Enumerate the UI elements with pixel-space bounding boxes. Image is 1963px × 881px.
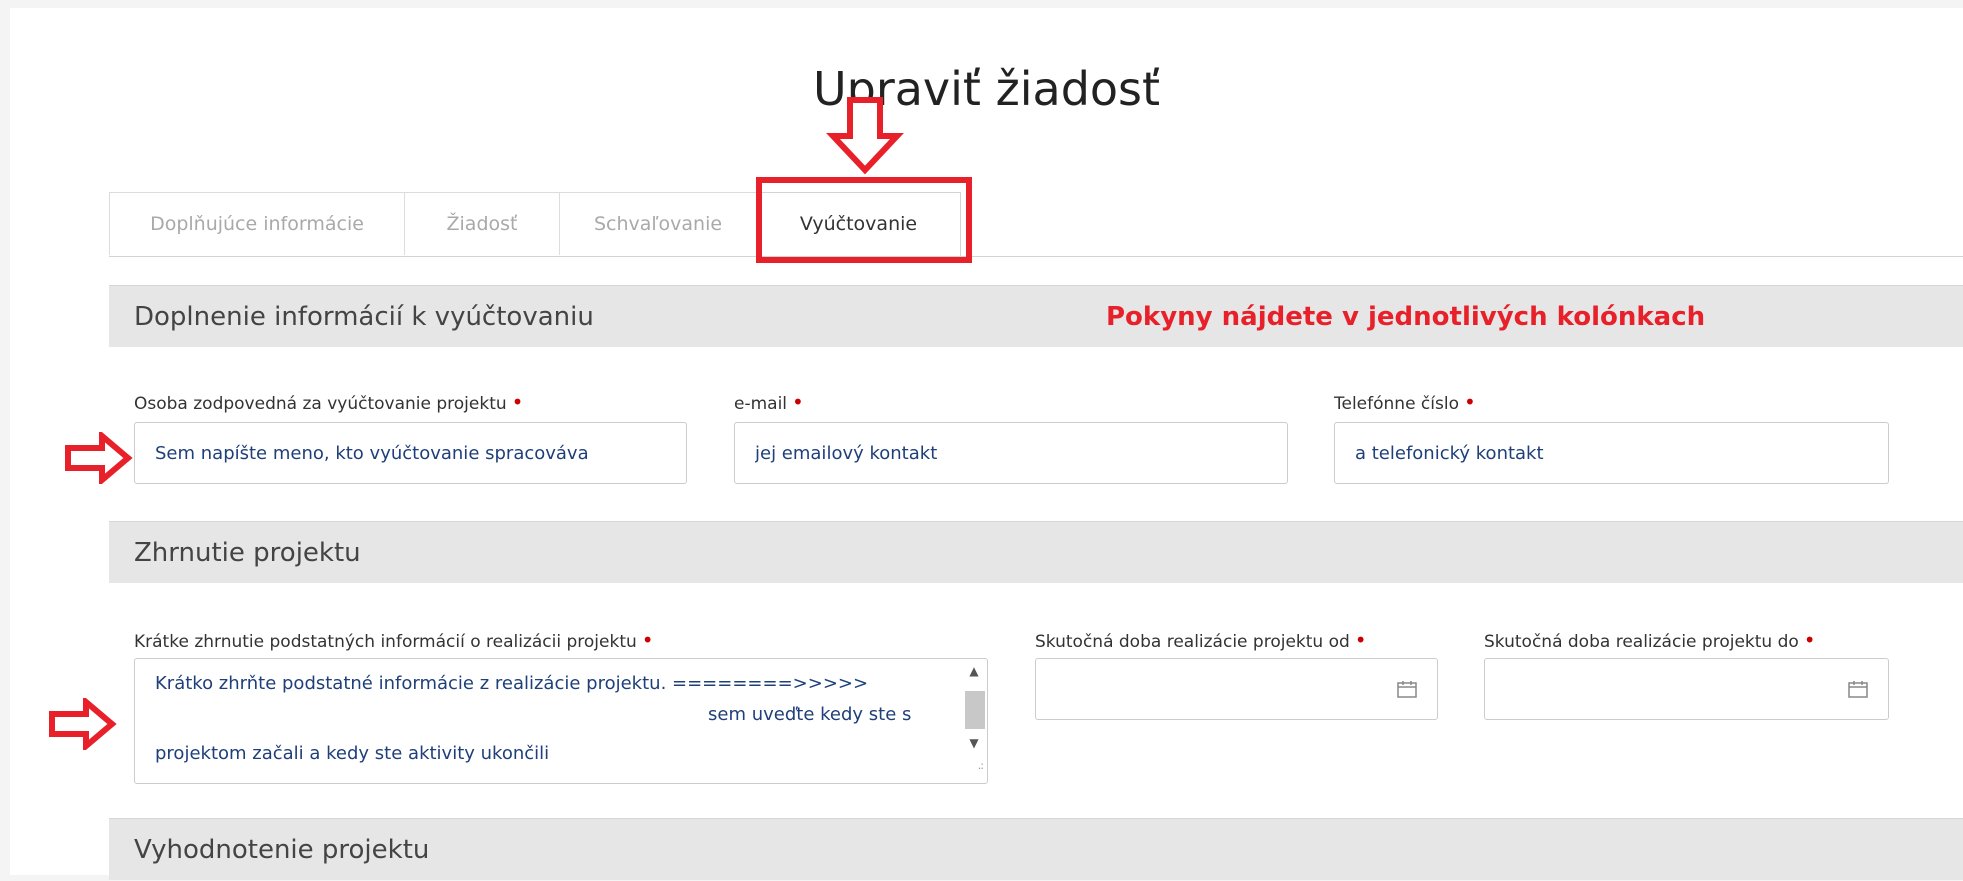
required-mark: • — [1464, 390, 1476, 414]
tab-approval[interactable]: Schvaľovanie — [559, 192, 757, 255]
instructions-notice: Pokyny nájdete v jednotlivých kolónkach — [1106, 302, 1706, 332]
tab-additional-info[interactable]: Doplňujúce informácie — [109, 192, 405, 255]
phone-input[interactable] — [1334, 422, 1889, 484]
section-title: Vyhodnotenie projektu — [134, 835, 430, 865]
required-mark: • — [511, 390, 524, 414]
textarea-line: projektom začali a kedy ste aktivity uko… — [155, 743, 550, 764]
annotation-arrow-right-icon — [65, 432, 133, 484]
section-billing-header: Doplnenie informácií k vyúčtovaniu Pokyn… — [109, 285, 1963, 347]
short-summary-label: Krátke zhrnutie podstatných informácií o… — [134, 628, 654, 652]
email-label: e-mail • — [734, 390, 804, 414]
tab-application[interactable]: Žiadosť — [404, 192, 560, 255]
textarea-scrollbar[interactable]: ▲ ▼ — [962, 661, 986, 757]
email-input[interactable] — [734, 422, 1288, 484]
date-from-input[interactable] — [1035, 658, 1438, 720]
scroll-up-icon[interactable]: ▲ — [962, 661, 986, 681]
short-summary-textarea[interactable]: Krátko zhrňte podstatné informácie z rea… — [134, 658, 988, 784]
page: Upraviť žiadosť Doplňujúce informácie Ži… — [10, 8, 1963, 880]
resize-handle-icon[interactable]: .: — [978, 751, 984, 781]
section-title: Doplnenie informácií k vyúčtovaniu — [134, 302, 594, 332]
tab-bar: Doplňujúce informácie Žiadosť Schvaľovan… — [109, 192, 1963, 257]
date-to-label: Skutočná doba realizácie projektu do • — [1484, 628, 1816, 652]
date-from-label: Skutočná doba realizácie projektu od • — [1035, 628, 1367, 652]
annotation-arrow-right-icon — [49, 698, 117, 750]
required-mark: • — [1354, 628, 1367, 652]
responsible-person-label: Osoba zodpovedná za vyúčtovanie projektu… — [134, 390, 524, 414]
required-mark: • — [641, 628, 654, 652]
required-mark: • — [1803, 628, 1816, 652]
annotation-highlight-box — [756, 177, 972, 263]
annotation-arrow-down-icon — [826, 97, 904, 175]
section-evaluation-header: Vyhodnotenie projektu — [109, 818, 1963, 880]
calendar-icon[interactable] — [1848, 680, 1868, 698]
scroll-thumb[interactable] — [965, 691, 985, 729]
page-title: Upraviť žiadosť — [812, 62, 1161, 116]
calendar-icon[interactable] — [1397, 680, 1417, 698]
phone-label: Telefónne číslo • — [1334, 390, 1476, 414]
date-to-input[interactable] — [1484, 658, 1889, 720]
section-summary-header: Zhrnutie projektu — [109, 521, 1963, 583]
textarea-line: sem uveďte kedy ste s — [708, 704, 912, 725]
section-title: Zhrnutie projektu — [134, 538, 361, 568]
responsible-person-input[interactable] — [134, 422, 687, 484]
textarea-line: Krátko zhrňte podstatné informácie z rea… — [155, 673, 869, 694]
required-mark: • — [792, 390, 804, 414]
scroll-down-icon[interactable]: ▼ — [962, 733, 986, 753]
